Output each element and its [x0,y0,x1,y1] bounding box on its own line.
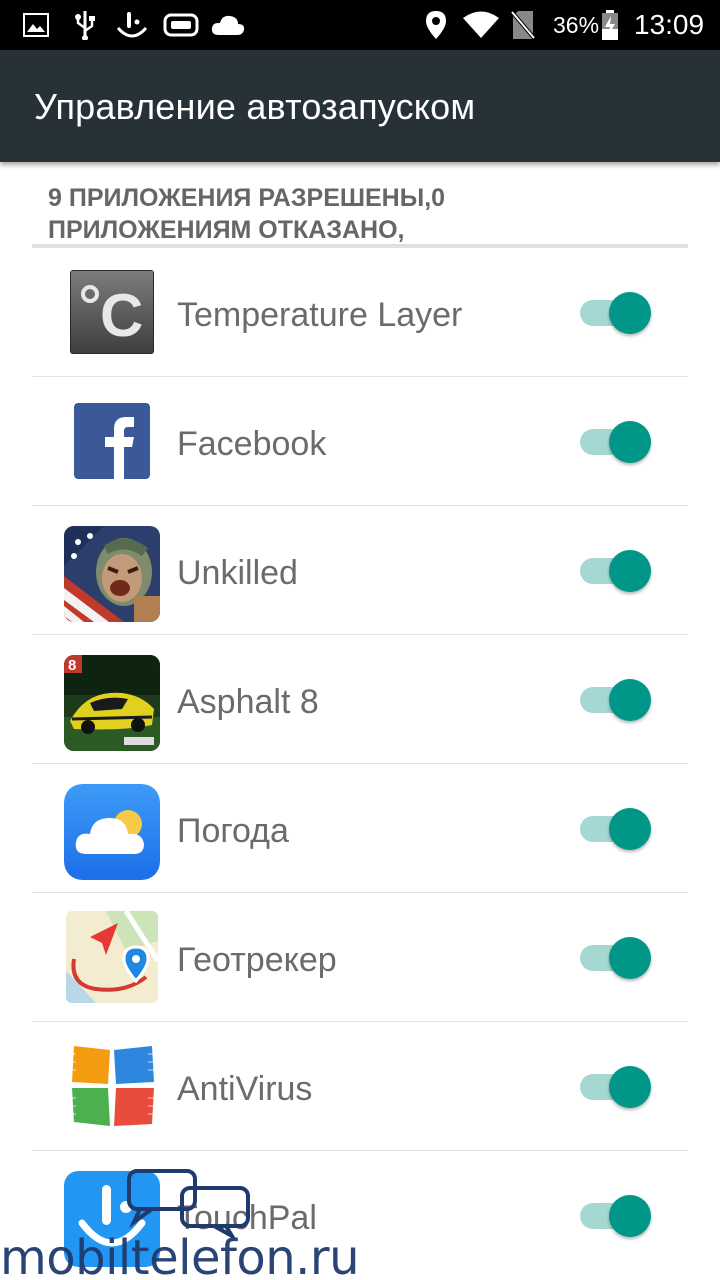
list-item-geotracker: Геотрекер [32,893,688,1022]
touchpal-icon [114,10,150,40]
battery-percent: 36% [553,12,600,38]
list-item-weather: Погода [32,764,688,893]
svg-text:C: C [100,282,143,349]
list-item-asphalt-8: 8 Asphalt 8 [32,635,688,764]
summary-line-allowed: 9 ПРИЛОЖЕНИЯ РАЗРЕШЕНЫ,0 [48,184,446,212]
list-item-facebook: Facebook [32,377,688,506]
app-name: Asphalt 8 [177,683,319,721]
list-item-touchpal: TouchPal [32,1151,688,1280]
app-name: AntiVirus [177,1070,313,1108]
app-name: TouchPal [177,1199,317,1237]
page-title: Управление автозапуском [34,86,476,127]
autostart-toggle-unkilled[interactable] [580,550,652,592]
location-icon [424,10,448,40]
cloud-icon [210,10,246,40]
wifi-icon [462,10,500,40]
autostart-toggle-asphalt-8[interactable] [580,679,652,721]
app-list: C Temperature Layer Facebook Unkilled 8 … [32,248,688,1280]
usb-icon [72,10,98,40]
autostart-toggle-facebook[interactable] [580,421,652,463]
autostart-toggle-temperature-layer[interactable] [580,292,652,334]
no-sim-icon [510,10,536,40]
app-name: Facebook [177,425,327,463]
app-name: Unkilled [177,554,298,592]
autostart-toggle-weather[interactable] [580,808,652,850]
touchpal-icon [64,1171,160,1267]
app-name: Геотрекер [177,941,337,979]
temperature-layer-icon: C [70,270,154,354]
autostart-toggle-antivirus[interactable] [580,1066,652,1108]
list-item-temperature-layer: C Temperature Layer [32,248,688,377]
toolbar: Управление автозапуском [0,50,720,162]
summary-header: 9 ПРИЛОЖЕНИЯ РАЗРЕШЕНЫ,0 ПРИЛОЖЕНИЯМ ОТК… [48,182,668,246]
antivirus-icon [68,1042,156,1130]
facebook-icon [74,403,150,479]
app-name: Погода [177,812,289,850]
svg-text:8: 8 [68,657,76,674]
status-bar: 36% 13:09 [0,0,720,50]
list-item-antivirus: AntiVirus [32,1022,688,1151]
autostart-toggle-geotracker[interactable] [580,937,652,979]
gamepad-icon [163,10,199,40]
asphalt-8-icon: 8 [64,655,160,751]
geotracker-icon [66,911,158,1003]
app-name: Temperature Layer [177,296,463,334]
autostart-toggle-touchpal[interactable] [580,1195,652,1237]
gallery-icon [22,10,50,40]
unkilled-icon [64,526,160,622]
summary-line-denied: ПРИЛОЖЕНИЯМ ОТКАЗАНО, [48,216,405,244]
weather-icon [64,784,160,880]
clock: 13:09 [634,9,705,40]
list-item-unkilled: Unkilled [32,506,688,635]
battery-charging-icon [600,10,620,40]
